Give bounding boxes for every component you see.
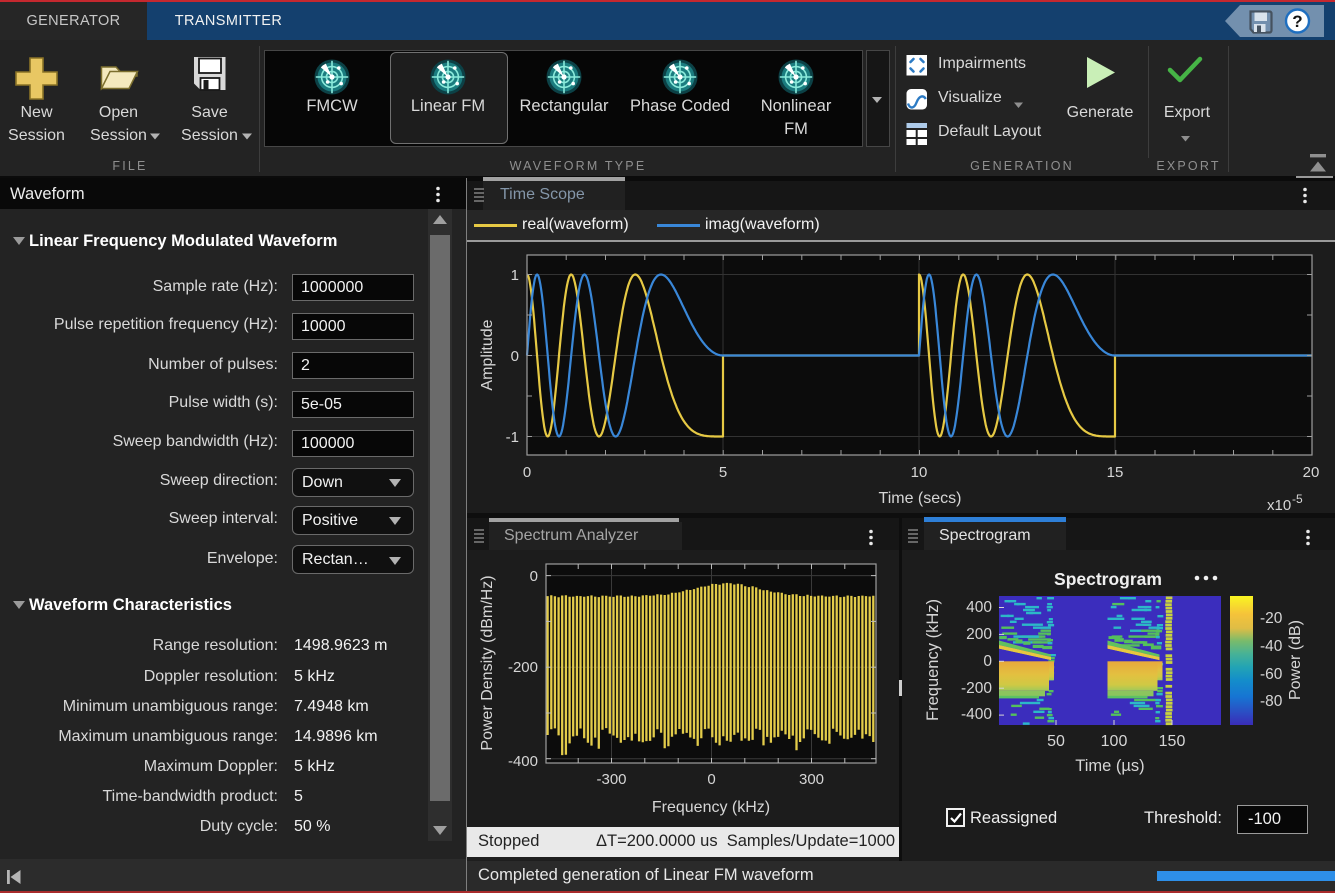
svg-text:-300: -300 (596, 771, 626, 788)
svg-text:0: 0 (523, 464, 531, 481)
svg-text:0: 0 (707, 771, 715, 788)
svg-text:0: 0 (983, 653, 992, 670)
svg-text:-80: -80 (1260, 693, 1283, 710)
svg-text:15: 15 (1107, 464, 1124, 481)
svg-text:50: 50 (1047, 733, 1065, 750)
svg-text:100: 100 (1101, 733, 1128, 750)
svg-text:Spectrogram: Spectrogram (1054, 569, 1162, 589)
svg-text:-200: -200 (961, 680, 992, 697)
svg-text:200: 200 (966, 626, 992, 643)
svg-text:-60: -60 (1260, 666, 1283, 683)
svg-text:-200: -200 (508, 659, 538, 676)
svg-text:Frequency (kHz): Frequency (kHz) (924, 599, 942, 721)
svg-text:-400: -400 (508, 753, 538, 770)
svg-text:150: 150 (1159, 733, 1186, 750)
svg-text:0: 0 (511, 348, 519, 365)
svg-text:?: ? (1292, 12, 1302, 31)
svg-text:10: 10 (911, 464, 928, 481)
svg-text:Amplitude: Amplitude (479, 319, 496, 390)
svg-text:Power (dB): Power (dB) (1287, 620, 1304, 700)
svg-text:300: 300 (799, 771, 824, 788)
svg-text:Time (secs): Time (secs) (879, 490, 962, 507)
svg-text:-20: -20 (1260, 610, 1283, 627)
svg-text:-40: -40 (1260, 638, 1283, 655)
svg-text:Power Density (dBm/Hz): Power Density (dBm/Hz) (479, 575, 496, 750)
svg-text:400: 400 (966, 599, 992, 616)
svg-text:-400: -400 (961, 706, 992, 723)
svg-text:20: 20 (1303, 464, 1320, 481)
svg-text:-5: -5 (1292, 492, 1303, 506)
svg-text:Time (µs): Time (µs) (1075, 757, 1144, 775)
svg-text:x10: x10 (1267, 497, 1291, 513)
svg-text:-1: -1 (506, 429, 519, 446)
svg-text:5: 5 (719, 464, 727, 481)
svg-text:1: 1 (511, 267, 519, 284)
svg-text:0: 0 (530, 568, 538, 585)
svg-text:Frequency (kHz): Frequency (kHz) (652, 799, 770, 816)
